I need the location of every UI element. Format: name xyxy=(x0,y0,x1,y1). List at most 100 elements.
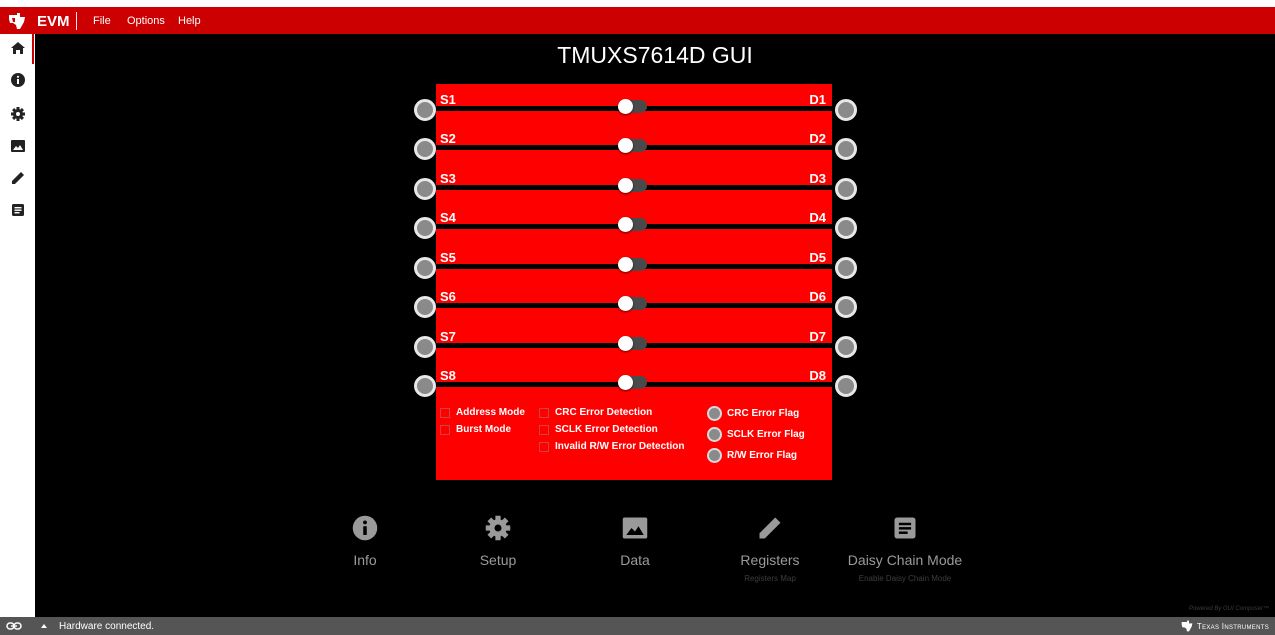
drain-pin-d6[interactable] xyxy=(835,296,857,318)
source-label: S5 xyxy=(440,250,456,265)
main-panel: TMUXS7614D GUI S1 D1 S2 D2 S3 D3 S4 D4 S… xyxy=(35,34,1275,617)
crc-error-led xyxy=(707,406,722,421)
burst-mode-checkbox[interactable] xyxy=(440,424,450,435)
source-pin-s1[interactable] xyxy=(414,99,436,121)
switch-toggle-2[interactable] xyxy=(618,138,647,153)
nav-info[interactable]: Info xyxy=(335,514,395,568)
switch-toggle-8[interactable] xyxy=(618,375,647,390)
nav-registers-label: Registers xyxy=(740,552,800,568)
channel-1: S1 D1 xyxy=(436,84,832,122)
drain-pin-d7[interactable] xyxy=(835,336,857,358)
pencil-icon[interactable] xyxy=(10,170,26,186)
nav-registers[interactable]: Registers Registers Map xyxy=(720,514,820,583)
source-label: S3 xyxy=(440,171,456,186)
drain-pin-d1[interactable] xyxy=(835,99,857,121)
crc-error-detection-checkbox[interactable] xyxy=(539,407,549,418)
source-label: S7 xyxy=(440,329,456,344)
source-pin-s4[interactable] xyxy=(414,217,436,239)
ti-logo-icon xyxy=(1181,620,1193,632)
rw-error-flag: R/W Error Flag xyxy=(707,448,797,463)
source-pin-s5[interactable] xyxy=(414,257,436,279)
home-icon[interactable] xyxy=(10,40,26,56)
crc-error-flag-label: CRC Error Flag xyxy=(727,408,800,419)
drain-label: D8 xyxy=(809,368,826,383)
crc-error-detection-option[interactable]: CRC Error Detection xyxy=(539,407,652,418)
source-pin-s6[interactable] xyxy=(414,296,436,318)
source-label: S1 xyxy=(440,92,456,107)
link-icon[interactable] xyxy=(6,620,22,632)
title-bar: EVM File Options Help xyxy=(0,7,1275,34)
channel-8: S8 D8 xyxy=(436,360,832,398)
document-icon xyxy=(894,517,916,539)
drain-label: D7 xyxy=(809,329,826,344)
image-icon[interactable] xyxy=(10,138,26,154)
crc-error-flag: CRC Error Flag xyxy=(707,406,799,421)
menu-help[interactable]: Help xyxy=(178,15,201,27)
drain-pin-d2[interactable] xyxy=(835,138,857,160)
caret-up-icon[interactable] xyxy=(40,622,48,630)
sclk-error-detection-option[interactable]: SCLK Error Detection xyxy=(539,424,658,435)
channel-4: S4 D4 xyxy=(436,202,832,240)
channel-2: S2 D2 xyxy=(436,123,832,161)
switch-toggle-3[interactable] xyxy=(618,178,647,193)
info-icon xyxy=(352,515,378,541)
toggle-knob xyxy=(618,99,633,114)
source-pin-s2[interactable] xyxy=(414,138,436,160)
invalid-rw-error-detection-label: Invalid R/W Error Detection xyxy=(555,441,685,452)
channel-3: S3 D3 xyxy=(436,163,832,201)
drain-label: D3 xyxy=(809,171,826,186)
ti-brand-label: Texas Instruments xyxy=(1196,621,1269,631)
source-pin-s3[interactable] xyxy=(414,178,436,200)
source-label: S2 xyxy=(440,131,456,146)
document-icon[interactable] xyxy=(10,202,26,218)
drain-label: D4 xyxy=(809,210,826,225)
ti-logo-icon xyxy=(9,13,25,29)
address-mode-checkbox[interactable] xyxy=(440,407,450,418)
switch-board: S1 D1 S2 D2 S3 D3 S4 D4 S5 D5 S6 D6 S7 D… xyxy=(436,84,832,480)
drain-pin-d8[interactable] xyxy=(835,375,857,397)
rw-error-flag-label: R/W Error Flag xyxy=(727,450,798,461)
source-pin-s8[interactable] xyxy=(414,375,436,397)
nav-data[interactable]: Data xyxy=(605,514,665,568)
switch-toggle-4[interactable] xyxy=(618,217,647,232)
toggle-knob xyxy=(618,178,633,193)
channel-7: S7 D7 xyxy=(436,321,832,359)
burst-mode-option[interactable]: Burst Mode xyxy=(440,424,511,435)
invalid-rw-error-detection-checkbox[interactable] xyxy=(539,441,549,452)
toggle-knob xyxy=(618,257,633,272)
menu-options[interactable]: Options xyxy=(127,15,165,27)
toggle-knob xyxy=(618,217,633,232)
sclk-error-detection-checkbox[interactable] xyxy=(539,424,549,435)
nav-info-label: Info xyxy=(353,552,377,568)
nav-setup-label: Setup xyxy=(479,552,517,568)
switch-toggle-7[interactable] xyxy=(618,336,647,351)
rw-error-led xyxy=(707,448,722,463)
invalid-rw-error-detection-option[interactable]: Invalid R/W Error Detection xyxy=(539,441,684,452)
menu-file[interactable]: File xyxy=(93,15,111,27)
drain-pin-d5[interactable] xyxy=(835,257,857,279)
toggle-knob xyxy=(618,375,633,390)
nav-daisy-chain[interactable]: Daisy Chain Mode Enable Daisy Chain Mode xyxy=(835,514,975,583)
source-pin-s7[interactable] xyxy=(414,336,436,358)
nav-setup[interactable]: Setup xyxy=(468,514,528,568)
sclk-error-flag: SCLK Error Flag xyxy=(707,427,805,442)
toggle-knob xyxy=(618,138,633,153)
drain-pin-d3[interactable] xyxy=(835,178,857,200)
sidebar-active-indicator xyxy=(32,34,34,64)
gear-icon[interactable] xyxy=(10,106,26,122)
source-label: S6 xyxy=(440,289,456,304)
toggle-knob xyxy=(618,296,633,311)
sclk-error-flag-label: SCLK Error Flag xyxy=(727,429,805,440)
drain-label: D2 xyxy=(809,131,826,146)
nav-registers-sub: Registers Map xyxy=(744,574,796,583)
source-label: S8 xyxy=(440,368,456,383)
sclk-error-detection-label: SCLK Error Detection xyxy=(555,424,658,435)
switch-toggle-5[interactable] xyxy=(618,257,647,272)
address-mode-option[interactable]: Address Mode xyxy=(440,407,525,418)
sclk-error-led xyxy=(707,427,722,442)
info-icon[interactable] xyxy=(10,72,26,88)
switch-toggle-6[interactable] xyxy=(618,296,647,311)
drain-pin-d4[interactable] xyxy=(835,217,857,239)
ti-brand: Texas Instruments xyxy=(1181,620,1269,632)
switch-toggle-1[interactable] xyxy=(618,99,647,114)
